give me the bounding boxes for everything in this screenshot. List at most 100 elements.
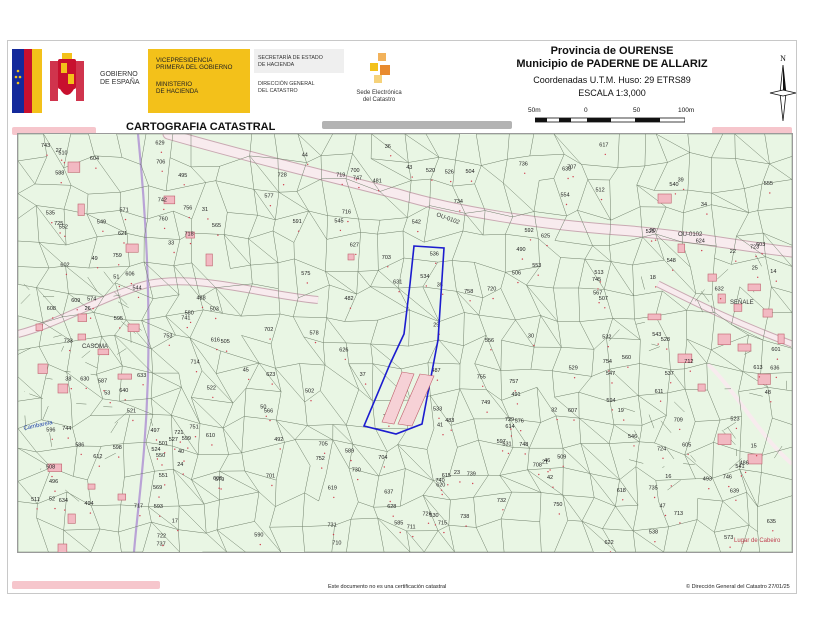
- parcel-centroid-dot: [524, 172, 526, 174]
- parcel-centroid-dot: [182, 473, 184, 475]
- parcel-centroid-dot: [627, 366, 629, 368]
- parcel-centroid-dot: [177, 529, 179, 532]
- parcel-centroid-dot: [51, 475, 53, 478]
- parcel-number-label: 17: [172, 519, 178, 525]
- parcel-centroid-dot: [674, 193, 677, 195]
- parcel-centroid-dot: [183, 184, 185, 186]
- parcel-number-label: 569: [153, 485, 162, 491]
- parcel-centroid-dot: [459, 210, 461, 212]
- parcel-number-label: 617: [599, 142, 608, 148]
- parcel-number-label: 483: [445, 418, 454, 424]
- parcel-number-label: 50: [260, 404, 266, 410]
- parcel-number-label: 529: [569, 366, 578, 372]
- parcel-number-label: 742: [158, 197, 167, 203]
- scale-bar: [535, 117, 685, 123]
- parcel-centroid-dot: [118, 456, 120, 458]
- parcel-centroid-dot: [80, 453, 82, 456]
- cartografia-title: CARTOGRAFIA CATASTRAL: [126, 121, 276, 133]
- parcel-number-label: 16: [665, 474, 671, 480]
- building: [747, 283, 761, 292]
- parcel-centroid-dot: [383, 466, 385, 468]
- building: [717, 293, 726, 304]
- parcel-centroid-dot: [490, 349, 492, 351]
- parcel-centroid-dot: [600, 198, 603, 201]
- province-title: Provincia de OURENSE: [550, 45, 674, 57]
- parcel-centroid-dot: [220, 488, 222, 490]
- parcel-centroid-dot: [64, 235, 66, 237]
- parcel-centroid-dot: [306, 282, 308, 284]
- parcel-number-label: 542: [412, 220, 421, 226]
- parcel-number-label: 527: [169, 437, 178, 443]
- parcel-number-label: 599: [182, 436, 191, 442]
- building: [117, 373, 132, 380]
- parcel-centroid-dot: [735, 499, 737, 501]
- parcel-number-label: 24: [177, 462, 183, 468]
- parcel-number-label: 37: [360, 372, 366, 378]
- parcel-centroid-dot: [412, 535, 414, 538]
- parcel-number-label: 619: [328, 485, 337, 491]
- place-label: Lugar de Cabeiro: [734, 538, 781, 544]
- parcel-number-label: 45: [243, 367, 249, 373]
- parcel-centroid-dot: [119, 327, 121, 329]
- parcel-centroid-dot: [623, 419, 625, 421]
- parcel-centroid-dot: [679, 428, 681, 431]
- road-label: OU-0102: [678, 232, 703, 238]
- parcel-centroid-dot: [431, 179, 433, 181]
- parcel-number-label: 635: [767, 519, 776, 525]
- parcel-centroid-dot: [161, 170, 163, 172]
- parcel-centroid-dot: [307, 163, 309, 165]
- parcel-centroid-dot: [186, 326, 188, 329]
- parcel-number-label: 525: [646, 229, 655, 235]
- cadastral-sheet: GOBIERNO DE ESPAÑA VICEPRESIDENCIA PRIME…: [7, 40, 797, 594]
- parcel-centroid-dot: [132, 419, 134, 422]
- parcel-number-label: 755: [477, 374, 486, 380]
- parcel-number-label: 585: [394, 521, 403, 527]
- parcel-centroid-dot: [64, 509, 66, 511]
- parcel-centroid-dot: [537, 274, 539, 276]
- parcel-centroid-dot: [706, 213, 708, 215]
- building: [737, 343, 752, 352]
- building: [57, 543, 68, 552]
- parcel-number-label: 760: [159, 216, 168, 222]
- parcel-centroid-dot: [547, 471, 549, 473]
- parcel-centroid-dot: [123, 242, 125, 244]
- parcel-centroid-dot: [183, 460, 185, 462]
- building: [67, 513, 76, 524]
- parcel-centroid-dot: [139, 515, 141, 517]
- parcel-centroid-dot: [98, 465, 101, 467]
- map-title-block: Provincia de OURENSE Municipio de PADERN…: [514, 45, 710, 99]
- parcel-centroid-dot: [269, 205, 272, 207]
- parcel-number-label: 14: [770, 269, 776, 275]
- building: [647, 313, 662, 321]
- parcel-centroid-dot: [776, 358, 779, 360]
- parcel-number-label: 756: [183, 206, 192, 212]
- parcel-number-label: 723: [750, 245, 759, 251]
- parcel-centroid-dot: [218, 487, 220, 489]
- parcel-number-label: 545: [334, 218, 343, 224]
- parcel-centroid-dot: [654, 541, 656, 543]
- parcel-centroid-dot: [775, 376, 777, 379]
- parcel-centroid-dot: [689, 370, 691, 372]
- parcel-centroid-dot: [332, 533, 335, 536]
- parcel-centroid-dot: [687, 453, 689, 456]
- parcel-number-label: 732: [497, 498, 506, 504]
- cadastral-map[interactable]: 29 27 26 25 24 23 22 21 20 19 18 17 16 15 14 481 482 483 4…: [17, 133, 793, 553]
- parcel-centroid-dot: [708, 488, 710, 490]
- parcel-number-label: 602: [60, 262, 69, 268]
- parcel-centroid-dot: [701, 249, 703, 252]
- building: [347, 253, 355, 261]
- parcel-number-label: 622: [605, 540, 614, 546]
- parcel-centroid-dot: [770, 401, 772, 403]
- parcel-number-label: 42: [547, 475, 553, 481]
- parcel-centroid-dot: [567, 177, 569, 180]
- parcel-number-label: 637: [384, 490, 393, 496]
- parcel-number-label: 526: [445, 170, 454, 176]
- parcel-centroid-dot: [549, 469, 551, 471]
- parcel-number-label: 711: [407, 525, 416, 531]
- parcel-centroid-dot: [470, 180, 473, 182]
- parcel-centroid-dot: [507, 452, 510, 455]
- parcel-number-label: 52: [49, 497, 55, 503]
- parcel-centroid-dot: [755, 255, 757, 258]
- building: [677, 243, 686, 253]
- parcel-number-label: 19: [618, 408, 624, 414]
